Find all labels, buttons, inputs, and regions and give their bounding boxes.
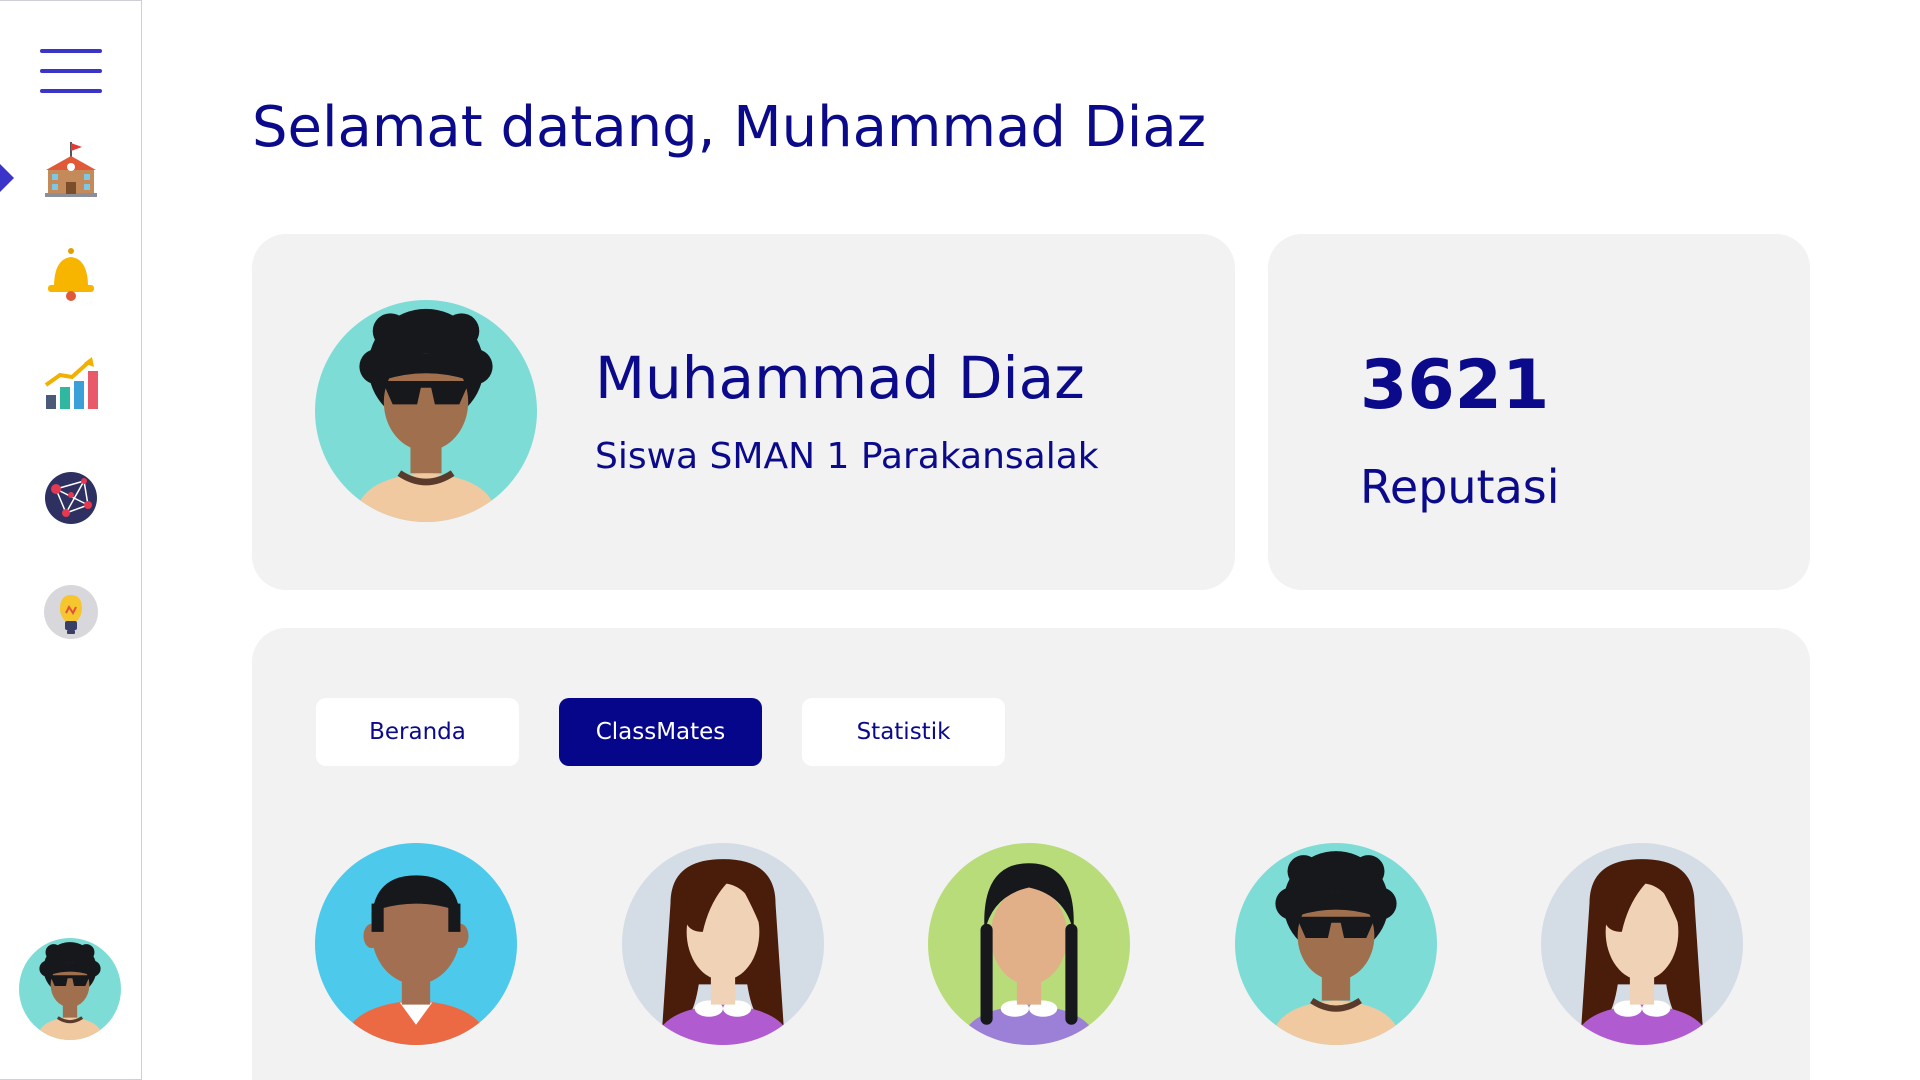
classmate-avatar[interactable] xyxy=(1541,843,1743,1045)
tab-classmates[interactable]: ClassMates xyxy=(559,698,762,766)
reputation-card: 3621 Reputasi xyxy=(1268,234,1810,590)
profile-card: Muhammad Diaz Siswa SMAN 1 Parakansalak xyxy=(252,234,1235,590)
lightbulb-icon[interactable] xyxy=(42,583,100,641)
reputation-value: 3621 xyxy=(1360,346,1550,425)
user-avatar-icon[interactable] xyxy=(19,938,121,1040)
classmate-avatar[interactable] xyxy=(315,843,517,1045)
reputation-label: Reputasi xyxy=(1360,460,1560,514)
school-icon[interactable] xyxy=(42,140,100,198)
profile-name: Muhammad Diaz xyxy=(595,344,1085,412)
classmates-card: Beranda ClassMates Statistik xyxy=(252,628,1810,1080)
bell-icon[interactable] xyxy=(42,245,100,303)
page-title: Selamat datang, Muhammad Diaz xyxy=(252,95,1207,160)
classmate-avatar[interactable] xyxy=(928,843,1130,1045)
hamburger-menu-icon[interactable] xyxy=(40,49,102,95)
classmate-avatar[interactable] xyxy=(622,843,824,1045)
chart-growth-icon[interactable] xyxy=(42,355,100,413)
tab-statistik[interactable]: Statistik xyxy=(802,698,1005,766)
profile-school: Siswa SMAN 1 Parakansalak xyxy=(595,436,1099,477)
active-nav-indicator xyxy=(0,164,14,192)
classmate-avatar[interactable] xyxy=(1235,843,1437,1045)
profile-avatar xyxy=(315,300,537,522)
tab-beranda[interactable]: Beranda xyxy=(316,698,519,766)
sidebar xyxy=(0,0,142,1080)
network-globe-icon[interactable] xyxy=(42,469,100,527)
